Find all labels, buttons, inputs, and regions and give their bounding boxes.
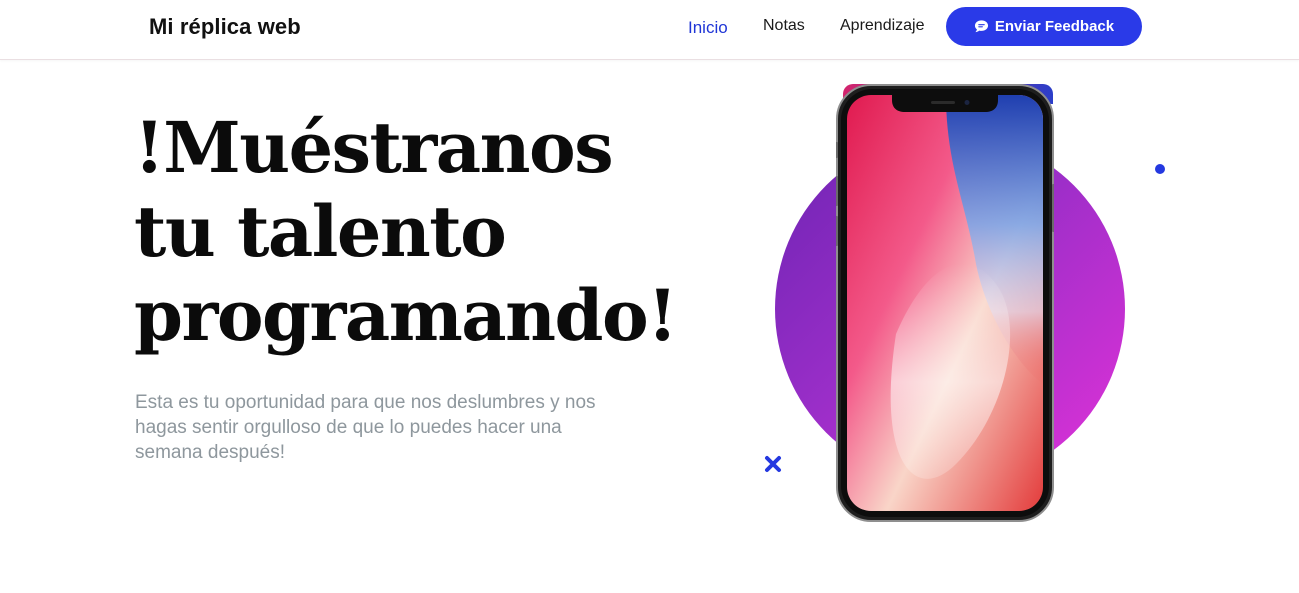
hero-title: !Muéstranos tu talento programando! bbox=[134, 106, 694, 358]
nav-link-aprendizaje[interactable]: Aprendizaje bbox=[840, 17, 925, 35]
nav-link-inicio[interactable]: Inicio bbox=[688, 18, 728, 38]
top-navbar: Mi réplica web Inicio Notas Aprendizaje … bbox=[0, 0, 1299, 60]
hero-title-line: !Muéstranos bbox=[134, 106, 614, 189]
hero-title-line: programando! bbox=[134, 274, 678, 357]
hero-illustration bbox=[740, 70, 1210, 540]
close-icon bbox=[765, 456, 781, 472]
hero-title-line: tu talento bbox=[134, 190, 507, 273]
hero-subtitle: Esta es tu oportunidad para que nos desl… bbox=[135, 392, 596, 463]
send-feedback-label: Enviar Feedback bbox=[994, 18, 1115, 35]
smartphone-image bbox=[836, 84, 1054, 522]
decorative-dot bbox=[1155, 164, 1165, 174]
nav-link-notas[interactable]: Notas bbox=[763, 17, 805, 35]
brand-logo-text[interactable]: Mi réplica web bbox=[149, 14, 301, 40]
send-feedback-button[interactable]: Enviar Feedback bbox=[946, 7, 1142, 46]
comment-icon bbox=[974, 19, 989, 34]
